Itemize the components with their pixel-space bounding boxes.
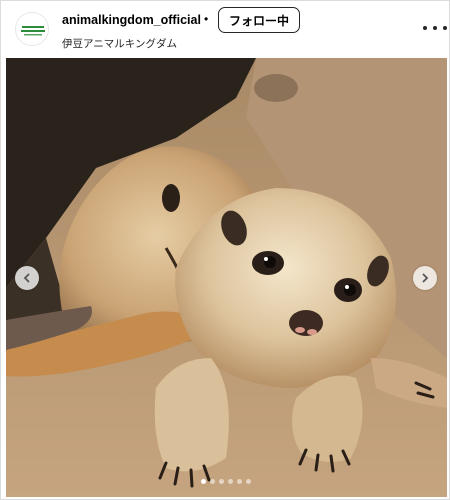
carousel-dot [246, 479, 251, 484]
meerkat-photo [6, 58, 447, 497]
post-image[interactable] [6, 58, 447, 497]
location-link[interactable]: 伊豆アニマルキングダム [62, 36, 177, 51]
separator-dot: • [204, 12, 209, 26]
post-card: animalkingdom_official • フォロー中 伊豆アニマルキング… [0, 0, 450, 500]
animal-kingdom-logo [16, 13, 48, 45]
more-options-icon[interactable] [423, 19, 447, 37]
following-button[interactable]: フォロー中 [218, 7, 300, 33]
carousel-dot [237, 479, 242, 484]
carousel-next-button[interactable] [413, 266, 437, 290]
carousel-indicator [1, 479, 450, 487]
avatar[interactable] [15, 12, 49, 46]
chevron-left-icon [23, 273, 30, 283]
carousel-dot [210, 479, 215, 484]
carousel-prev-button[interactable] [15, 266, 39, 290]
carousel-dot [201, 479, 206, 484]
username[interactable]: animalkingdom_official [62, 13, 201, 27]
carousel-dot [219, 479, 224, 484]
carousel-dot [228, 479, 233, 484]
post-header: animalkingdom_official • フォロー中 伊豆アニマルキング… [1, 1, 450, 57]
chevron-right-icon [422, 273, 429, 283]
